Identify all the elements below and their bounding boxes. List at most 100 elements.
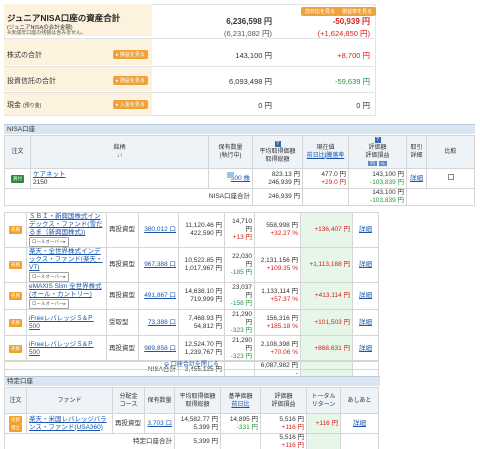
col-trade: 取引 詳細 [406,135,427,169]
fund-pct: +57.37 % [270,296,298,303]
stock-row: 買付 ケアネット 2150 300 株 823.13 円 246,939 円 477… [4,168,475,189]
cash-value: 0 円 [258,101,272,110]
fund-type: 受取型 [106,309,139,336]
col-pl2-label: 評価損益 [365,153,390,159]
fund-name[interactable]: ＳＢＩ・新興国株式インデックス・ファンド(雪だるま（新興国株式)) [29,213,102,236]
t-col-pl2-label: 評価損益 [271,401,296,408]
fund-name[interactable]: iFreeレバレッジＳ&Ｐ500 [29,341,94,356]
fund-detail-link[interactable]: 詳細 [359,292,372,299]
tokutei-section-header: 特定口座 [4,376,380,386]
cur-sub1[interactable]: 前日比 [307,153,325,159]
t-fund-name[interactable]: 楽天・米国レバレッジバランス・ファンド(USA360) [29,416,107,431]
fund-avg: 11,120.46 円 [185,222,222,229]
buy-button[interactable]: 買付 [11,174,24,183]
t-fund-detail-link[interactable]: 詳細 [353,420,366,427]
stock-pl-button[interactable]: ▸ 損益を見る [113,50,148,59]
col-cur-label: 現在値 [316,145,335,151]
fund-cost: 54,812 円 [193,322,222,330]
nisa-stock-table: 注文 銘柄 ↓↑ 保有数量 (執行中) ? 平均取得価額 取得総額 現在値 前日比|騰落率… [4,135,475,206]
close-account-total-link[interactable]: ⊖ 口座合計を閉じる [4,360,379,370]
fund-val: 2,108,398 円 [260,340,298,348]
t-col-base-sub[interactable]: 前日比 [231,402,249,408]
t-col-pl-label: 評価額 [274,393,293,400]
fund-qty[interactable]: 73,388 口 [148,319,176,326]
pl-pct-button[interactable]: % [378,161,387,166]
t-col-avg-label: 平均取得価額 [179,393,216,400]
fund-val: 558,998 円 [266,222,298,229]
fund-name[interactable]: eMAXIS Slim 全世界株式(オール・カントリー) [29,283,102,298]
fund-trade-button[interactable]: 売買 [9,226,22,234]
rollover-button[interactable]: ロールオーバー▸ [29,272,69,282]
fund-name[interactable]: iFreeレバレッジＳ&Ｐ500 [29,315,94,330]
t-col-dist-label: 分配金 [119,393,138,400]
t-col-order: 注文 [4,387,27,414]
tokutei-total-row: 特定口座合計 5,399 円 5,516 円 +116 円 [4,433,379,449]
total-change: -50,939 円 [332,17,370,26]
t-reserve-button[interactable]: 積立 [9,423,22,432]
t-col-fund: ファンド [26,387,113,414]
cash-change: 0 円 [356,101,370,110]
fund-pl: +413,114 円 [300,282,353,310]
fund-pl-button[interactable]: ▸ 損益を見る [113,76,148,85]
t-fund-avg: 14,582.77 円 [180,415,218,423]
t-fund-ret: +116 円 [306,413,341,434]
yield-toggle[interactable]: 損益率を見る [338,7,377,16]
summary-sub2: ※未成年口座の残額は含みません。 [7,30,87,36]
fund-trade-button[interactable]: 売買 [9,344,22,353]
tokutei-table: 注文 ファンド 分配金 コース 保有数量 平均取得価額 取得総額 基準価額 前日比 評… [4,387,379,449]
fund-row: 売買 iFreeレバレッジＳ&Ｐ500 再投資型 989,858 口 12,524.70… [4,335,379,362]
fund-trade-button[interactable]: 売買 [9,292,22,300]
rollover-button[interactable]: ロールオーバー▸ [29,237,69,247]
fund-cost: 1,017,967 円 [184,265,222,272]
fund-detail-link[interactable]: 詳細 [359,345,372,352]
stock-detail-link[interactable]: 詳細 [410,175,423,182]
fund-trade-button[interactable]: 売買 [9,318,22,327]
fund-qty[interactable]: 380,012 口 [144,226,176,233]
name-sort[interactable]: ↓↑ [117,153,123,159]
fund-chg: -323 円 [230,352,252,360]
pl-yen-button[interactable]: 円 [368,161,377,166]
fund-cur: 21,290 円 [232,310,252,326]
help-icon[interactable]: ? [274,141,281,147]
t-fund-chg: -331 円 [236,423,258,431]
cash-deposit-button[interactable]: ▸ 入金を見る [113,100,148,109]
t-col-total2-label: リターン [311,401,336,408]
stock-name[interactable]: ケアネット [33,171,66,178]
cur-sub2[interactable]: 騰落率 [326,153,344,159]
fund-pct: +185.18 % [266,322,298,330]
fund-type: 再投資型 [106,247,139,283]
stock-qty[interactable]: 300 株 [231,175,250,182]
chart-icon[interactable] [226,171,234,178]
fund-detail-link[interactable]: 詳細 [359,261,372,268]
compare-checkbox[interactable] [447,174,454,180]
fund-cost: 719,999 円 [190,296,222,303]
fund-chg: -185 円 [230,269,252,276]
t-fund-qty[interactable]: 3,703 口 [147,420,172,427]
fund-val: 2,131,156 円 [260,257,298,264]
total-value: 6,236,598 円 [226,17,272,26]
rollover-button[interactable]: ロールオーバー▸ [29,299,69,309]
fund-trade-button[interactable]: 売買 [9,261,22,269]
fund-avg: 10,522.85 円 [184,257,222,264]
prev-day-toggle[interactable]: 前日比を見る [301,7,340,16]
nisa-stock-total-cost: 246,939 円 [252,188,303,206]
col-qty: 保有数量 (執行中) [208,135,253,169]
t-buy-button[interactable]: 売買 [9,415,22,424]
nisa-stock-total-pl: -103,839 円 [370,197,404,204]
fund-detail-link[interactable]: 詳細 [359,319,372,326]
tokutei-row: 売買 積立 楽天・米国レバレッジバランス・ファンド(USA360) 再投資型 3,… [4,413,379,434]
col-name-label: 銘柄 [113,145,126,151]
tokutei-total-val: 5,516 円 [279,434,304,441]
stock-val: 143,100 円 [372,170,404,178]
fund-qty[interactable]: 491,867 口 [144,292,176,299]
fund-qty[interactable]: 989,858 口 [144,345,176,352]
col-detail-label: 詳細 [410,153,423,159]
fund-name[interactable]: 楽天・全世界株式インデックス・ファンド(楽天・VT) [29,248,102,271]
fund-cur: 14,710 円 [232,218,252,233]
help-icon-2[interactable]: ? [374,137,381,143]
t-col-base-label: 基準価額 [228,393,253,400]
col-name: 銘柄 ↓↑ [30,135,209,169]
fund-detail-link[interactable]: 詳細 [359,226,372,233]
t-col-total: トータル リターン [306,387,341,414]
fund-qty[interactable]: 967,388 口 [144,261,176,268]
